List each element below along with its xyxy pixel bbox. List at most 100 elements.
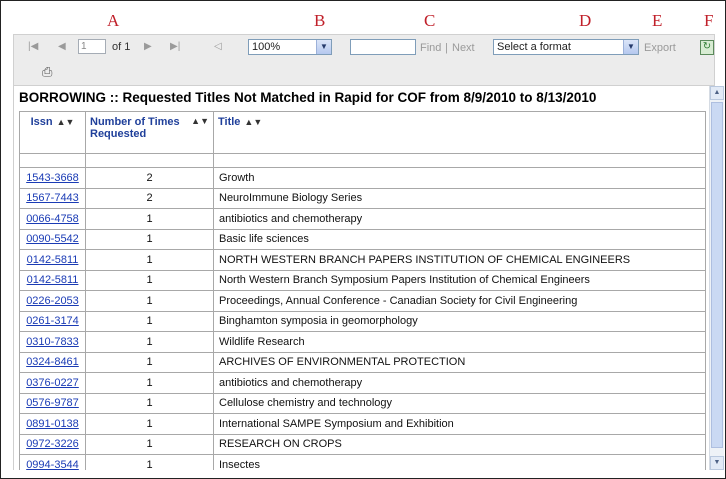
issn-link[interactable]: 1567-7443 <box>26 192 79 204</box>
issn-cell: 0576-9787 <box>19 392 86 414</box>
vertical-scrollbar[interactable]: ▲ ▼ <box>709 86 724 470</box>
title-cell: ARCHIVES OF ENVIRONMENTAL PROTECTION <box>213 351 706 373</box>
refresh-icon[interactable]: ↻ <box>700 40 714 55</box>
issn-cell: 0142-5811 <box>19 249 86 271</box>
table-row: 0066-4758 1 antibiotics and chemotherapy <box>19 208 706 230</box>
table-row: 0324-8461 1 ARCHIVES OF ENVIRONMENTAL PROT… <box>19 351 706 373</box>
title-cell: Growth <box>213 167 706 189</box>
table-row: 0576-9787 1 Cellulose chemistry and techno… <box>19 392 706 414</box>
request-count-cell: 1 <box>85 331 214 353</box>
table-row: 1567-7443 2 NeuroImmune Biology Series <box>19 187 706 209</box>
scroll-down-icon[interactable]: ▼ <box>710 456 724 470</box>
title-cell: Wildlife Research <box>213 331 706 353</box>
issn-link[interactable]: 0972-3226 <box>26 438 79 450</box>
issn-cell: 0226-2053 <box>19 290 86 312</box>
table-spacer-row <box>19 153 706 168</box>
export-link[interactable]: Export <box>644 42 676 54</box>
issn-cell: 0972-3226 <box>19 433 86 455</box>
callout-label: B <box>314 11 326 30</box>
title-cell: antibiotics and chemotherapy <box>213 208 706 230</box>
issn-link[interactable]: 0142-5811 <box>27 274 79 286</box>
issn-link[interactable]: 0090-5542 <box>26 233 79 245</box>
column-header-title[interactable]: Title ▲▼ <box>213 111 706 154</box>
report-viewer-window: A B C D E F |◀ ◀ 1 of 1 ▶ ▶| ◁ 100% ▼ Fi… <box>0 0 726 479</box>
issn-cell: 0310-7833 <box>19 331 86 353</box>
callout-label: E <box>652 11 663 30</box>
print-icon[interactable]: ⎙ <box>42 65 59 79</box>
first-page-icon[interactable]: |◀ <box>28 41 38 52</box>
scroll-up-icon[interactable]: ▲ <box>710 86 724 100</box>
callout-label: A <box>107 11 120 30</box>
table-row: 0972-3226 1 RESEARCH ON CROPS <box>19 433 706 455</box>
find-input[interactable] <box>350 39 416 55</box>
request-count-cell: 1 <box>85 372 214 394</box>
table-row: 0994-3544 1 Insectes <box>19 454 706 470</box>
page-number-input[interactable]: 1 <box>78 39 106 54</box>
find-link[interactable]: Find <box>420 42 441 54</box>
request-count-cell: 1 <box>85 228 214 250</box>
table-row: 0226-2053 1 Proceedings, Annual Conference… <box>19 290 706 312</box>
issn-link[interactable]: 0142-5811 <box>27 254 79 266</box>
back-icon[interactable]: ◁ <box>214 41 222 52</box>
report-toolbar: |◀ ◀ 1 of 1 ▶ ▶| ◁ 100% ▼ Find | Next Se… <box>13 34 715 86</box>
page-count-label: of 1 <box>112 41 131 53</box>
request-count-cell: 1 <box>85 454 214 470</box>
previous-page-icon[interactable]: ◀ <box>58 41 66 52</box>
scrollbar-thumb[interactable] <box>711 102 723 448</box>
sort-icon[interactable]: ▲▼ <box>57 117 75 127</box>
issn-cell: 0324-8461 <box>19 351 86 373</box>
issn-cell: 0891-0138 <box>19 413 86 435</box>
issn-link[interactable]: 0310-7833 <box>26 336 79 348</box>
issn-link[interactable]: 0376-0227 <box>26 377 79 389</box>
request-count-cell: 1 <box>85 249 214 271</box>
issn-link[interactable]: 1543-3668 <box>26 172 79 184</box>
issn-link[interactable]: 0324-8461 <box>26 356 79 368</box>
format-placeholder: Select a format <box>497 41 571 53</box>
title-cell: North Western Branch Symposium Papers In… <box>213 269 706 291</box>
table-row: 0310-7833 1 Wildlife Research <box>19 331 706 353</box>
issn-link[interactable]: 0066-4758 <box>26 213 79 225</box>
column-header-label: Number of Times Requested <box>90 116 180 140</box>
request-count-cell: 2 <box>85 167 214 189</box>
table-row: 0261-3174 1 Binghamton symposia in geomorp… <box>19 310 706 332</box>
title-cell: RESEARCH ON CROPS <box>213 433 706 455</box>
column-header-label: Title <box>218 116 241 128</box>
request-count-cell: 1 <box>85 413 214 435</box>
issn-link[interactable]: 0261-3174 <box>26 315 79 327</box>
next-link[interactable]: Next <box>452 42 475 54</box>
request-count-cell: 1 <box>85 433 214 455</box>
issn-cell: 0142-5811 <box>19 269 86 291</box>
issn-link[interactable]: 0891-0138 <box>26 418 79 430</box>
request-count-cell: 1 <box>85 351 214 373</box>
issn-link[interactable]: 0226-2053 <box>26 295 79 307</box>
issn-link[interactable]: 0576-9787 <box>26 397 79 409</box>
next-page-icon[interactable]: ▶ <box>144 41 152 52</box>
title-cell: Proceedings, Annual Conference - Canadia… <box>213 290 706 312</box>
sort-icon[interactable]: ▲▼ <box>191 116 209 126</box>
title-cell: Cellulose chemistry and technology <box>213 392 706 414</box>
title-cell: antibiotics and chemotherapy <box>213 372 706 394</box>
report-body: BORROWING :: Requested Titles Not Matche… <box>13 86 710 470</box>
table-row: 0090-5542 1 Basic life sciences <box>19 228 706 250</box>
request-count-cell: 1 <box>85 392 214 414</box>
table-row: 1543-3668 2 Growth <box>19 167 706 189</box>
zoom-select[interactable]: 100% ▼ <box>248 39 332 55</box>
table-row: 0891-0138 1 International SAMPE Symposium … <box>19 413 706 435</box>
export-format-select[interactable]: Select a format ▼ <box>493 39 639 55</box>
column-header-count[interactable]: Number of Times Requested ▲▼ <box>85 111 214 154</box>
report-title: BORROWING :: Requested Titles Not Matche… <box>19 90 597 105</box>
title-cell: International SAMPE Symposium and Exhibi… <box>213 413 706 435</box>
table-row: 0142-5811 1 North Western Branch Symposium… <box>19 269 706 291</box>
title-cell: NeuroImmune Biology Series <box>213 187 706 209</box>
table-row: 0376-0227 1 antibiotics and chemotherapy <box>19 372 706 394</box>
find-separator: | <box>445 42 448 54</box>
issn-link[interactable]: 0994-3544 <box>26 459 79 470</box>
callout-label: F <box>704 11 714 30</box>
column-header-issn[interactable]: Issn ▲▼ <box>19 111 86 154</box>
issn-cell: 1543-3668 <box>19 167 86 189</box>
last-page-icon[interactable]: ▶| <box>170 41 180 52</box>
request-count-cell: 2 <box>85 187 214 209</box>
sort-icon[interactable]: ▲▼ <box>244 117 262 127</box>
callout-label: C <box>424 11 436 30</box>
issn-cell: 1567-7443 <box>19 187 86 209</box>
